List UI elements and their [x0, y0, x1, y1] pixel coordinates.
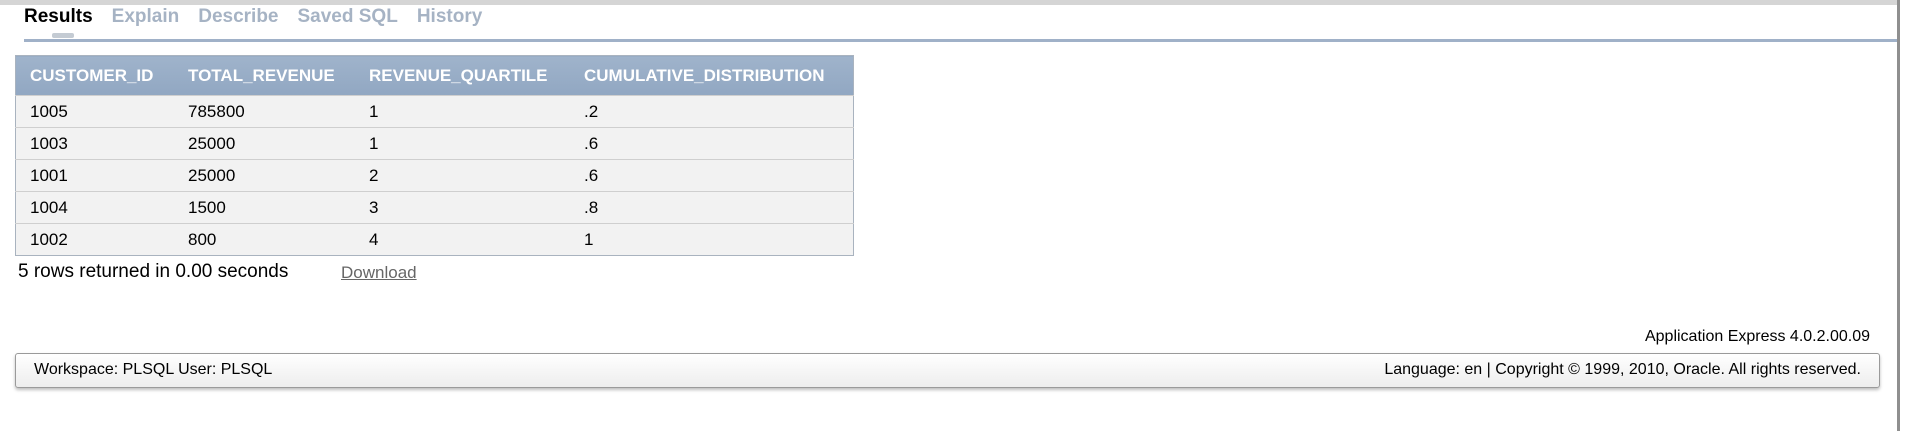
cell-total-revenue: 785800: [174, 95, 355, 128]
cell-customer-id: 1005: [15, 95, 174, 128]
window-edge-line: [1897, 0, 1900, 431]
active-tab-indicator: [52, 33, 74, 38]
tab-label: Describe: [198, 6, 279, 27]
cell-customer-id: 1004: [15, 191, 174, 224]
cell-cumulative-distribution: .8: [570, 191, 854, 224]
footer-bar: Workspace: PLSQL User: PLSQL Language: e…: [15, 353, 1880, 388]
top-strip: [0, 0, 1897, 5]
app-version: Application Express 4.0.2.00.09: [1644, 328, 1870, 345]
column-header-total-revenue: TOTAL_REVENUE: [174, 55, 355, 96]
tab-label: Explain: [111, 6, 180, 27]
table-row: 1001 25000 2 .6: [15, 159, 854, 192]
cell-total-revenue: 800: [174, 223, 355, 256]
results-tabs: Results Explain Describe Saved SQL Histo…: [24, 6, 482, 38]
download-link[interactable]: Download: [341, 263, 417, 283]
cell-cumulative-distribution: .6: [570, 127, 854, 160]
cell-cumulative-distribution: .6: [570, 159, 854, 192]
results-table: CUSTOMER_ID TOTAL_REVENUE REVENUE_QUARTI…: [15, 55, 854, 256]
cell-customer-id: 1003: [15, 127, 174, 160]
table-header-row: CUSTOMER_ID TOTAL_REVENUE REVENUE_QUARTI…: [15, 55, 854, 96]
tab-label: Saved SQL: [297, 6, 398, 27]
cell-cumulative-distribution: 1: [570, 223, 854, 256]
cell-customer-id: 1002: [15, 223, 174, 256]
tab-describe[interactable]: Describe: [198, 6, 278, 36]
cell-revenue-quartile: 2: [355, 159, 570, 192]
cell-revenue-quartile: 4: [355, 223, 570, 256]
column-header-cumulative-distribution: CUMULATIVE_DISTRIBUTION: [570, 55, 854, 96]
table-row: 1002 800 4 1: [15, 223, 854, 256]
tab-label: Results: [24, 6, 93, 27]
language-copyright: Language: en | Copyright © 1999, 2010, O…: [1384, 361, 1861, 378]
rows-returned-status: 5 rows returned in 0.00 seconds: [18, 261, 289, 282]
cell-revenue-quartile: 3: [355, 191, 570, 224]
cell-total-revenue: 1500: [174, 191, 355, 224]
column-header-customer-id: CUSTOMER_ID: [15, 55, 174, 96]
tab-results[interactable]: Results: [24, 6, 93, 38]
column-header-revenue-quartile: REVENUE_QUARTILE: [355, 55, 570, 96]
table-row: 1003 25000 1 .6: [15, 127, 854, 160]
tab-explain[interactable]: Explain: [112, 6, 180, 36]
cell-total-revenue: 25000: [174, 127, 355, 160]
cell-cumulative-distribution: .2: [570, 95, 854, 128]
cell-revenue-quartile: 1: [355, 127, 570, 160]
cell-total-revenue: 25000: [174, 159, 355, 192]
table-row: 1005 785800 1 .2: [15, 95, 854, 128]
cell-revenue-quartile: 1: [355, 95, 570, 128]
workspace-user-info: Workspace: PLSQL User: PLSQL: [34, 361, 273, 378]
tab-label: History: [416, 6, 483, 27]
cell-customer-id: 1001: [15, 159, 174, 192]
table-row: 1004 1500 3 .8: [15, 191, 854, 224]
sql-workshop-results-page: Results Explain Describe Saved SQL Histo…: [0, 0, 1920, 431]
window-edge: [1897, 0, 1920, 431]
tab-history[interactable]: History: [417, 6, 482, 36]
tab-saved-sql[interactable]: Saved SQL: [298, 6, 398, 36]
tab-divider: [24, 39, 1897, 42]
